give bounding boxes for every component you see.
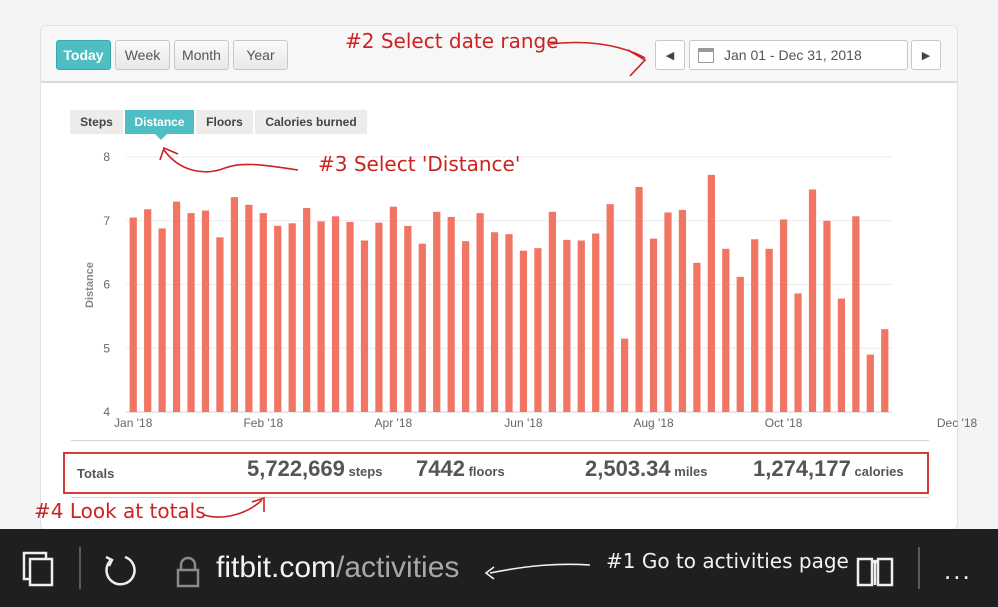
arrow-to-date-range [549,41,646,59]
toolbar-separator [918,547,920,589]
reading-view-icon[interactable] [856,555,896,589]
arrow-to-distance-tab [163,149,299,173]
annotation-arrows [159,41,647,518]
arrowhead-totals [251,496,265,512]
arrow-to-totals [203,499,263,518]
arrowhead-distance-tab [159,146,179,161]
annotation-go-to-activities: #1 Go to activities page [606,549,849,573]
page: Today Week Month Year ◀ Jan 01 - Dec 31,… [0,0,998,607]
browser-toolbar: fitbit.com/activities #1 Go to activitie… [0,529,998,607]
more-menu-button[interactable]: ... [944,555,972,586]
